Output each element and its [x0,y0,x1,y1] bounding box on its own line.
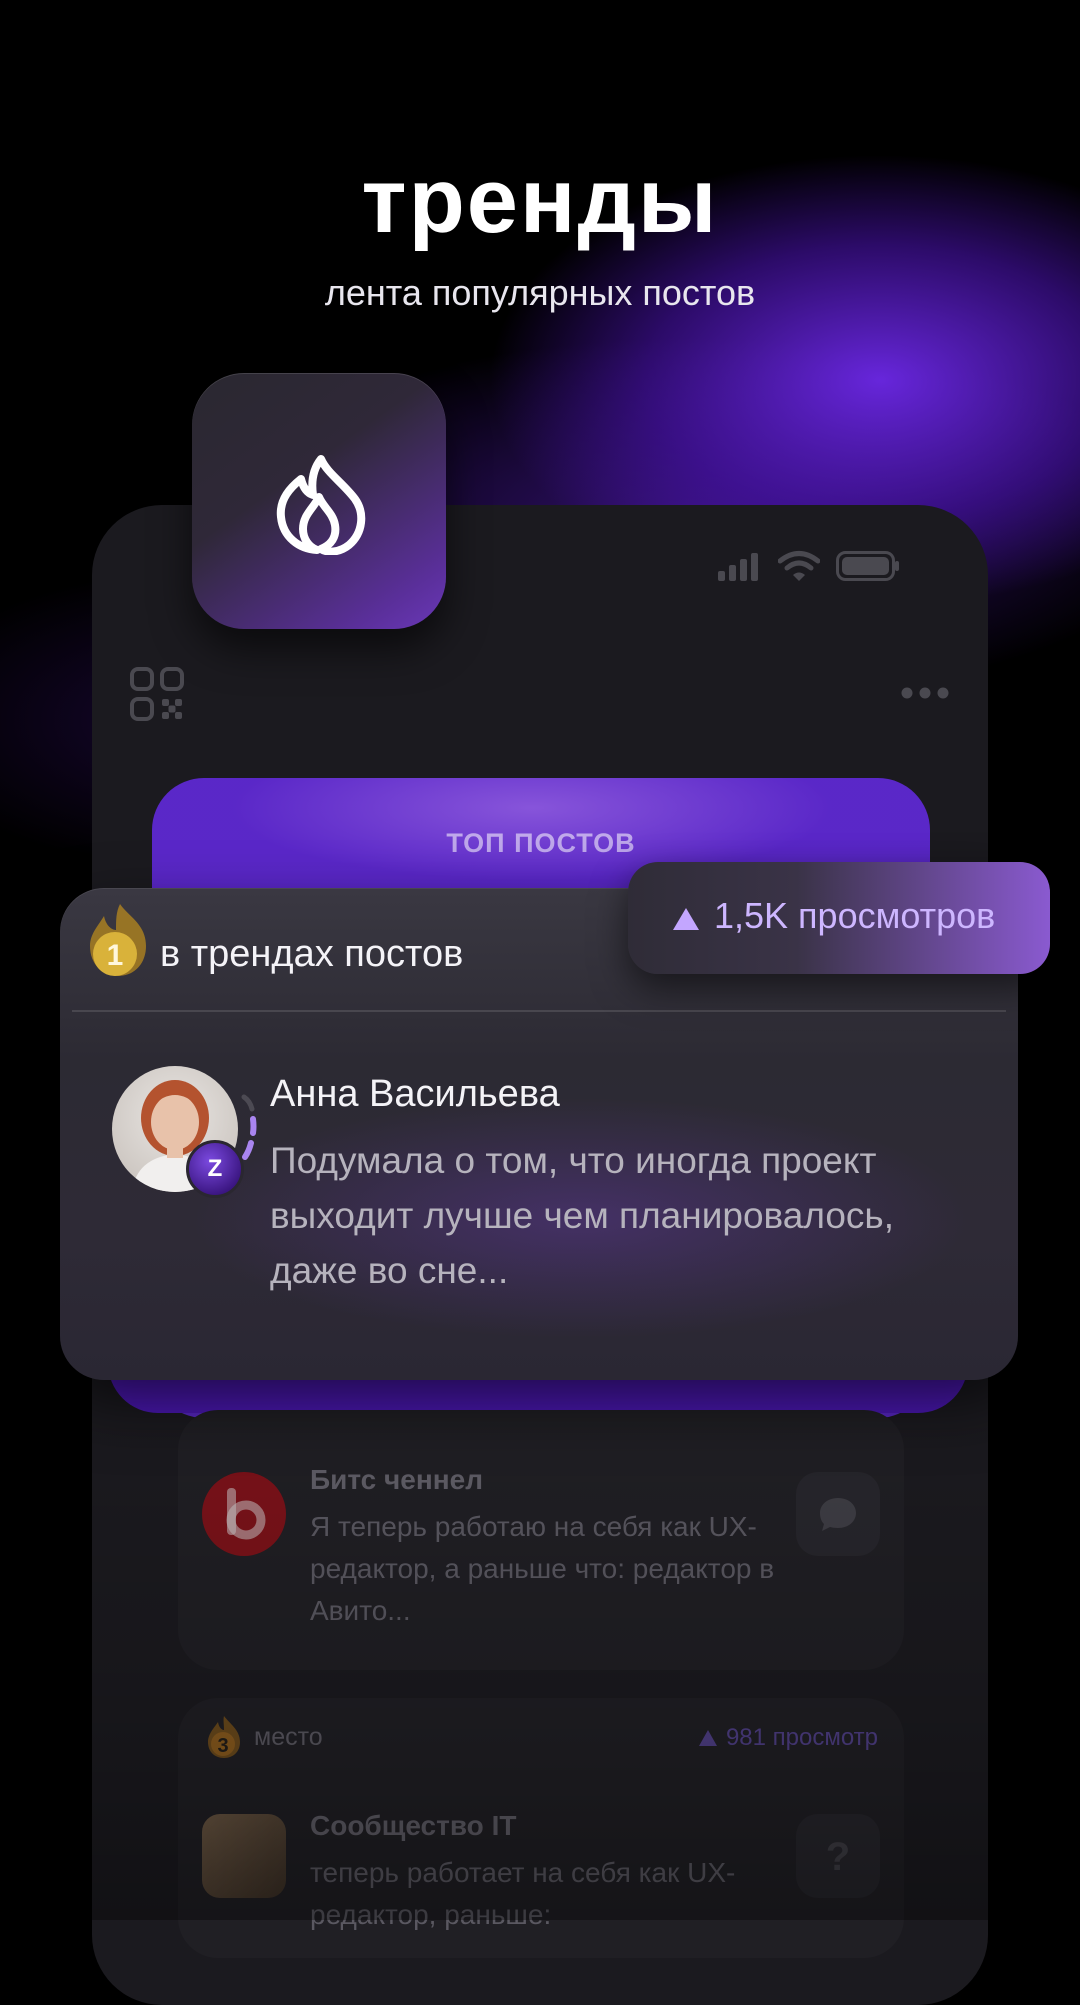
list-item-title: Битс ченнел [310,1464,484,1495]
question-button[interactable]: ? [796,1814,880,1898]
list-item-text: теперь работает на себя как UX-редактор,… [310,1857,736,1930]
story-ring [241,1094,257,1160]
rank-row: 3 место [204,1714,323,1760]
list-item-title: Сообщество IT [310,1810,517,1841]
triangle-up-icon [673,908,699,930]
fire-rank-icon: 1 [90,904,146,976]
fire-rank-icon: 3 [208,1716,240,1758]
rank-place-label: место [254,1722,323,1751]
signal-icon [718,553,758,581]
battery-icon [836,551,899,581]
post-text: Подумала о том, что иногда проект выходи… [270,1140,894,1291]
beats-logo-icon [226,1488,266,1540]
fire-icon [276,455,366,555]
page-subtitle: лента популярных постов [324,272,756,313]
list-item-text: Я теперь работаю на себя как UX-редактор… [310,1511,775,1626]
views-text: 1,5K просмотров [714,895,996,936]
views-badge: 1,5K просмотров [628,862,1050,974]
chat-bubble-icon [820,1498,856,1531]
fire-tile [192,373,446,629]
question-icon: ? [826,1835,850,1879]
views-count: 981 просмотр [698,1724,878,1752]
rank-number: 1 [107,939,124,972]
channel-logo [202,1472,286,1556]
author-badge: Z [186,1140,244,1198]
page-title: тренды [361,150,719,252]
trending-heading: в трендах постов [160,933,464,975]
divider [72,1010,1006,1012]
qr-code-icon[interactable] [130,667,184,721]
top-posts-label: ТОП ПОСТОВ [446,828,636,858]
rank-number: 3 [217,1735,228,1757]
author-name[interactable]: Анна Васильева [270,1073,560,1116]
list-item[interactable]: Битс ченнел Я теперь работаю на себя как… [178,1410,904,1670]
comment-button[interactable] [796,1472,880,1556]
list-item[interactable]: 3 место 981 просмотр Сообщество IT тепер… [178,1698,904,1958]
triangle-up-icon [698,1730,717,1746]
wifi-icon [778,551,820,581]
svg-text:?: ? [826,1835,850,1879]
more-dots-icon[interactable] [900,683,950,703]
status-bar [718,550,900,582]
views-text: 981 просмотр [725,1724,878,1751]
community-thumbnail [202,1814,286,1898]
